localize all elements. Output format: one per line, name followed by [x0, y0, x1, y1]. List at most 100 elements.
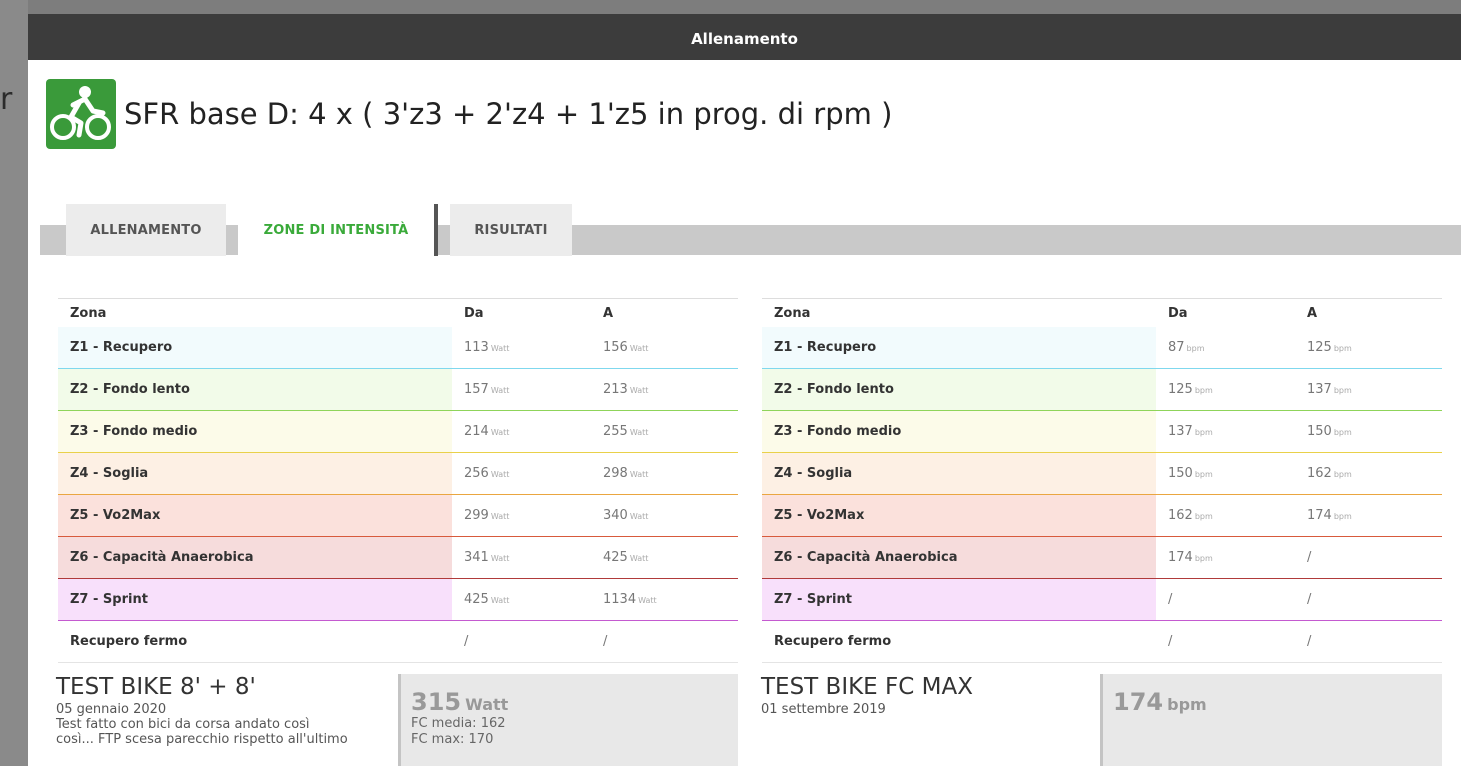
zone-to-value: / — [1307, 550, 1312, 565]
zone-unit: bpm — [1333, 470, 1352, 479]
zone-to-cell: / — [591, 621, 738, 663]
zone-from-cell: / — [1156, 579, 1295, 621]
zone-from-value: 150 — [1168, 466, 1193, 481]
zone-from-cell: / — [452, 621, 591, 663]
tab-risultati[interactable]: RISULTATI — [450, 204, 572, 256]
zone-name: Recupero fermo — [762, 620, 1156, 663]
zone-from-value: 137 — [1168, 424, 1193, 439]
tab-allenamento[interactable]: ALLENAMENTO — [66, 204, 226, 256]
zone-to-value: 150 — [1307, 424, 1332, 439]
zone-from-value: 299 — [464, 508, 489, 523]
zone-unit: bpm — [1194, 470, 1213, 479]
power-test-title: TEST BIKE 8' + 8' — [56, 674, 256, 700]
table-row: Z6 - Capacità Anaerobica 174 bpm / — [762, 536, 1442, 579]
column-header-zona: Zona — [762, 298, 1156, 327]
zone-from-value: / — [464, 634, 469, 649]
zone-from-cell: 87 bpm — [1156, 327, 1295, 369]
zone-name: Z4 - Soglia — [58, 452, 452, 495]
zone-name: Z5 - Vo2Max — [762, 494, 1156, 537]
table-row: Recupero fermo / / — [762, 620, 1442, 663]
zone-to-value: / — [603, 634, 608, 649]
zone-from-cell: 162 bpm — [1156, 495, 1295, 537]
zone-from-cell: 256 Watt — [452, 453, 591, 495]
zone-from-value: 256 — [464, 466, 489, 481]
power-test-description: così... FTP scesa parecchio rispetto all… — [56, 732, 348, 747]
table-row: Z6 - Capacità Anaerobica 341 Watt 425 Watt — [58, 536, 738, 579]
fc-max-unit: bpm — [1167, 695, 1207, 714]
zone-from-cell: 214 Watt — [452, 411, 591, 453]
zone-unit: bpm — [1194, 554, 1213, 563]
zone-to-cell: / — [1295, 621, 1442, 663]
column-header-a: A — [1295, 298, 1442, 327]
zone-unit: Watt — [629, 554, 649, 563]
zone-name: Z3 - Fondo medio — [762, 410, 1156, 453]
zone-to-cell: 1134 Watt — [591, 579, 738, 621]
zone-from-value: / — [1168, 592, 1173, 607]
zone-to-cell: 162 bpm — [1295, 453, 1442, 495]
tab-label: RISULTATI — [474, 222, 548, 238]
zone-name: Z1 - Recupero — [58, 327, 452, 369]
zone-unit: Watt — [490, 470, 510, 479]
table-row: Z4 - Soglia 256 Watt 298 Watt — [58, 452, 738, 495]
zone-name: Z7 - Sprint — [762, 578, 1156, 621]
zone-name: Z1 - Recupero — [762, 327, 1156, 369]
zone-from-cell: 125 bpm — [1156, 369, 1295, 411]
zone-to-value: 137 — [1307, 382, 1332, 397]
zone-from-cell: 137 bpm — [1156, 411, 1295, 453]
column-header-da: Da — [1156, 298, 1295, 327]
column-header-a: A — [591, 298, 738, 327]
zone-from-cell: / — [1156, 621, 1295, 663]
table-row: Z5 - Vo2Max 162 bpm 174 bpm — [762, 494, 1442, 537]
zone-unit: bpm — [1333, 512, 1352, 521]
table-row: Z1 - Recupero 87 bpm 125 bpm — [762, 327, 1442, 369]
zone-unit: bpm — [1194, 428, 1213, 437]
zone-to-cell: 213 Watt — [591, 369, 738, 411]
power-zones-table: Zona Da A Z1 - Recupero 113 Watt 156 Watt Z2 … — [58, 298, 738, 663]
zone-unit: Watt — [629, 344, 649, 353]
hr-test-date: 01 settembre 2019 — [761, 702, 886, 717]
zone-name: Z5 - Vo2Max — [58, 494, 452, 537]
column-header-zona: Zona — [58, 298, 452, 327]
table-row: Z3 - Fondo medio 214 Watt 255 Watt — [58, 410, 738, 453]
zone-from-value: 113 — [464, 340, 489, 355]
zone-from-value: 125 — [1168, 382, 1193, 397]
column-header-da: Da — [452, 298, 591, 327]
zone-unit: Watt — [629, 512, 649, 521]
fc-media: FC media: 162 — [411, 716, 506, 731]
zone-to-value: 156 — [603, 340, 628, 355]
zone-from-value: 157 — [464, 382, 489, 397]
zone-to-cell: 298 Watt — [591, 453, 738, 495]
tab-label: ALLENAMENTO — [90, 222, 202, 238]
zone-to-value: 298 — [603, 466, 628, 481]
table-row: Z1 - Recupero 113 Watt 156 Watt — [58, 327, 738, 369]
table-row: Z7 - Sprint / / — [762, 578, 1442, 621]
zone-name: Z6 - Capacità Anaerobica — [58, 536, 452, 579]
zone-from-value: 214 — [464, 424, 489, 439]
fc-max-value: 174 — [1113, 688, 1164, 716]
zone-name: Recupero fermo — [58, 620, 452, 663]
power-test-description: Test fatto con bici da corsa andato così — [56, 717, 310, 732]
zone-to-cell: / — [1295, 537, 1442, 579]
zone-from-value: 341 — [464, 550, 489, 565]
zone-unit: Watt — [490, 344, 510, 353]
hr-test-summary: TEST BIKE FC MAX 01 settembre 2019 — [761, 674, 1091, 766]
table-row: Z2 - Fondo lento 125 bpm 137 bpm — [762, 368, 1442, 411]
zone-name: Z7 - Sprint — [58, 578, 452, 621]
zone-from-value: 87 — [1168, 340, 1185, 355]
zone-unit: bpm — [1194, 512, 1213, 521]
zone-to-cell: 125 bpm — [1295, 327, 1442, 369]
zone-to-cell: 156 Watt — [591, 327, 738, 369]
zone-from-cell: 157 Watt — [452, 369, 591, 411]
zone-name: Z6 - Capacità Anaerobica — [762, 536, 1156, 579]
zone-to-cell: 150 bpm — [1295, 411, 1442, 453]
zone-unit: Watt — [629, 428, 649, 437]
zone-to-cell: 255 Watt — [591, 411, 738, 453]
zone-from-cell: 113 Watt — [452, 327, 591, 369]
zone-to-value: 1134 — [603, 592, 637, 607]
workout-modal: Allenamento SFR base D: 4 x ( 3'z3 + 2'z… — [28, 14, 1461, 766]
tab-zone-intensita[interactable]: ZONE DI INTENSITÀ — [238, 204, 438, 256]
zone-to-cell: 137 bpm — [1295, 369, 1442, 411]
zone-unit: Watt — [490, 512, 510, 521]
power-test-result: 315 Watt FC media: 162 FC max: 170 — [398, 674, 738, 766]
zone-unit: Watt — [490, 386, 510, 395]
